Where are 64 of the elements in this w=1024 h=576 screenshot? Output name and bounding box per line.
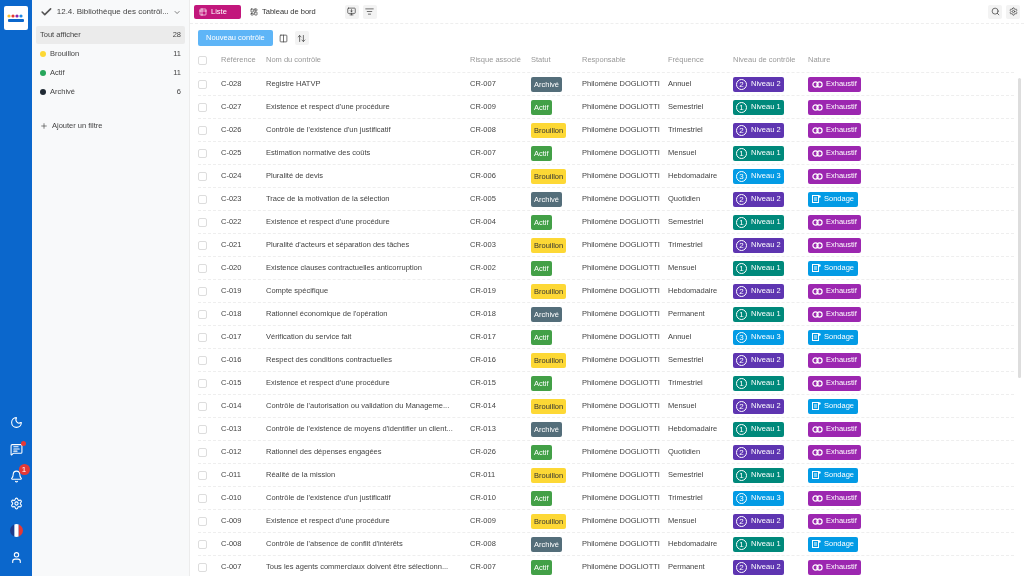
- row-checkbox[interactable]: [198, 516, 207, 526]
- chat-icon[interactable]: [9, 443, 23, 456]
- row-checkbox[interactable]: [198, 401, 207, 411]
- row-checkbox[interactable]: [198, 171, 207, 181]
- sample-icon: [812, 402, 821, 410]
- row-checkbox[interactable]: [198, 217, 207, 227]
- row-checkbox[interactable]: [198, 194, 207, 204]
- row-checkbox[interactable]: [198, 493, 207, 503]
- rings-icon: [812, 494, 823, 502]
- sample-icon: [812, 540, 821, 548]
- select-all-checkbox[interactable]: [198, 55, 207, 65]
- rings-icon: [812, 563, 823, 571]
- sample-icon: [812, 333, 821, 341]
- rings-icon: [812, 80, 823, 88]
- settings-icon[interactable]: [9, 497, 23, 510]
- moon-icon[interactable]: [9, 416, 23, 429]
- row-checkbox[interactable]: [198, 378, 207, 388]
- rings-icon: [812, 287, 823, 295]
- rings-icon: [812, 517, 823, 525]
- row-checkbox[interactable]: [198, 240, 207, 250]
- rings-icon: [812, 379, 823, 387]
- row-checkbox[interactable]: [198, 79, 207, 89]
- rings-icon: [812, 310, 823, 318]
- sample-icon: [812, 264, 821, 272]
- table-icon: [199, 7, 207, 16]
- export-button[interactable]: [344, 4, 359, 19]
- rings-icon: [812, 172, 823, 180]
- row-checkbox[interactable]: [198, 309, 207, 319]
- row-checkbox[interactable]: [198, 332, 207, 342]
- sample-icon: [812, 195, 821, 203]
- row-checkbox[interactable]: [198, 424, 207, 434]
- rings-icon: [812, 149, 823, 157]
- row-checkbox[interactable]: [198, 355, 207, 365]
- notification-icon[interactable]: [9, 470, 23, 483]
- columns-button[interactable]: [276, 31, 291, 45]
- rings-icon: [812, 126, 823, 134]
- row-checkbox[interactable]: [198, 539, 207, 549]
- row-checkbox[interactable]: [198, 102, 207, 112]
- rings-icon: [812, 448, 823, 456]
- notification-count: 1: [18, 464, 30, 475]
- filter-list-button[interactable]: [362, 4, 377, 19]
- rings-icon: [812, 425, 823, 433]
- rings-icon: [812, 356, 823, 364]
- page-title: 12.4. Bibliothèque des contrôl...: [56, 6, 169, 18]
- row-checkbox[interactable]: [198, 286, 207, 296]
- row-checkbox[interactable]: [198, 447, 207, 457]
- rings-icon: [812, 218, 823, 226]
- sort-button[interactable]: [294, 31, 309, 45]
- scrollbar[interactable]: [1017, 78, 1021, 378]
- profile-icon[interactable]: [9, 551, 23, 564]
- sample-icon: [812, 471, 821, 479]
- rings-icon: [812, 241, 823, 249]
- plus-icon: [40, 122, 48, 130]
- rings-icon: [812, 103, 823, 111]
- search-button[interactable]: [988, 4, 1002, 19]
- row-checkbox[interactable]: [198, 125, 207, 135]
- row-checkbox[interactable]: [198, 470, 207, 480]
- row-checkbox[interactable]: [198, 562, 207, 572]
- logo-icon[interactable]: [4, 6, 28, 30]
- dashboard-icon: [250, 7, 258, 16]
- row-checkbox[interactable]: [198, 263, 207, 273]
- row-checkbox[interactable]: [198, 148, 207, 158]
- flag-icon[interactable]: [9, 524, 23, 537]
- settings-button[interactable]: [1006, 4, 1020, 19]
